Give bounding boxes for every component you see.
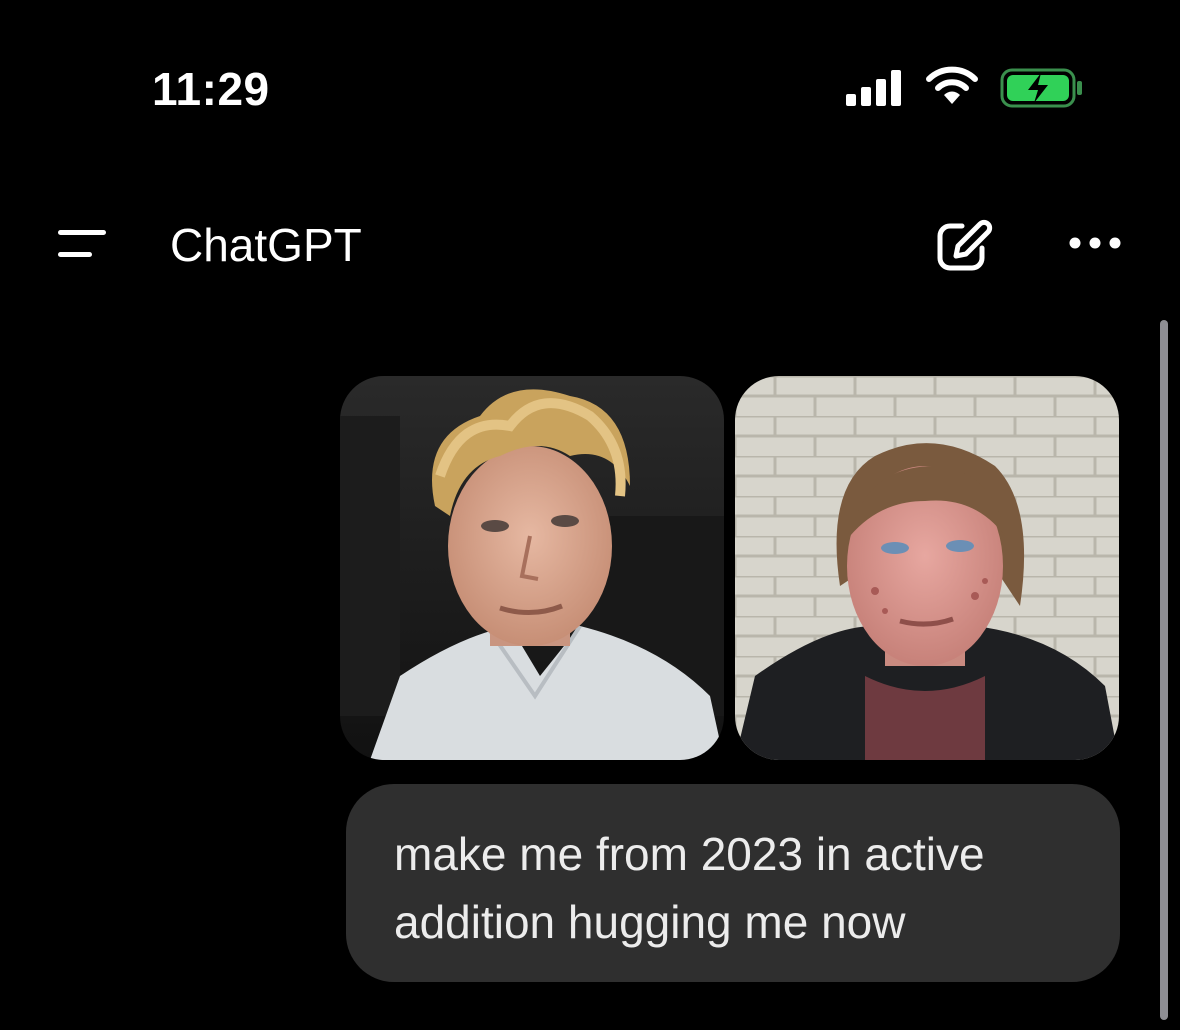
user-message-text: make me from 2023 in active addition hug… xyxy=(394,828,985,948)
more-icon xyxy=(1069,237,1121,249)
person-photo-icon xyxy=(735,376,1119,760)
status-time: 11:29 xyxy=(152,63,270,115)
cellular-signal-icon xyxy=(846,70,901,106)
user-message-bubble[interactable]: make me from 2023 in active addition hug… xyxy=(346,784,1120,982)
more-options-button[interactable] xyxy=(1064,226,1128,260)
app-title[interactable]: ChatGPT xyxy=(170,218,362,272)
battery-charging-icon xyxy=(1000,68,1082,108)
sidebar-menu-button[interactable] xyxy=(52,222,112,266)
person-photo-icon xyxy=(340,376,724,760)
new-chat-button[interactable] xyxy=(934,218,996,274)
chat-screen: 11:29 ChatGPT make me from 2023 in activ… xyxy=(0,0,1180,1030)
new-chat-icon xyxy=(937,219,993,271)
menu-icon xyxy=(58,230,106,257)
wifi-icon xyxy=(926,66,978,104)
attached-photo-2[interactable] xyxy=(735,376,1119,760)
attached-photo-1[interactable] xyxy=(340,376,724,760)
scrollbar[interactable] xyxy=(1160,320,1168,1020)
